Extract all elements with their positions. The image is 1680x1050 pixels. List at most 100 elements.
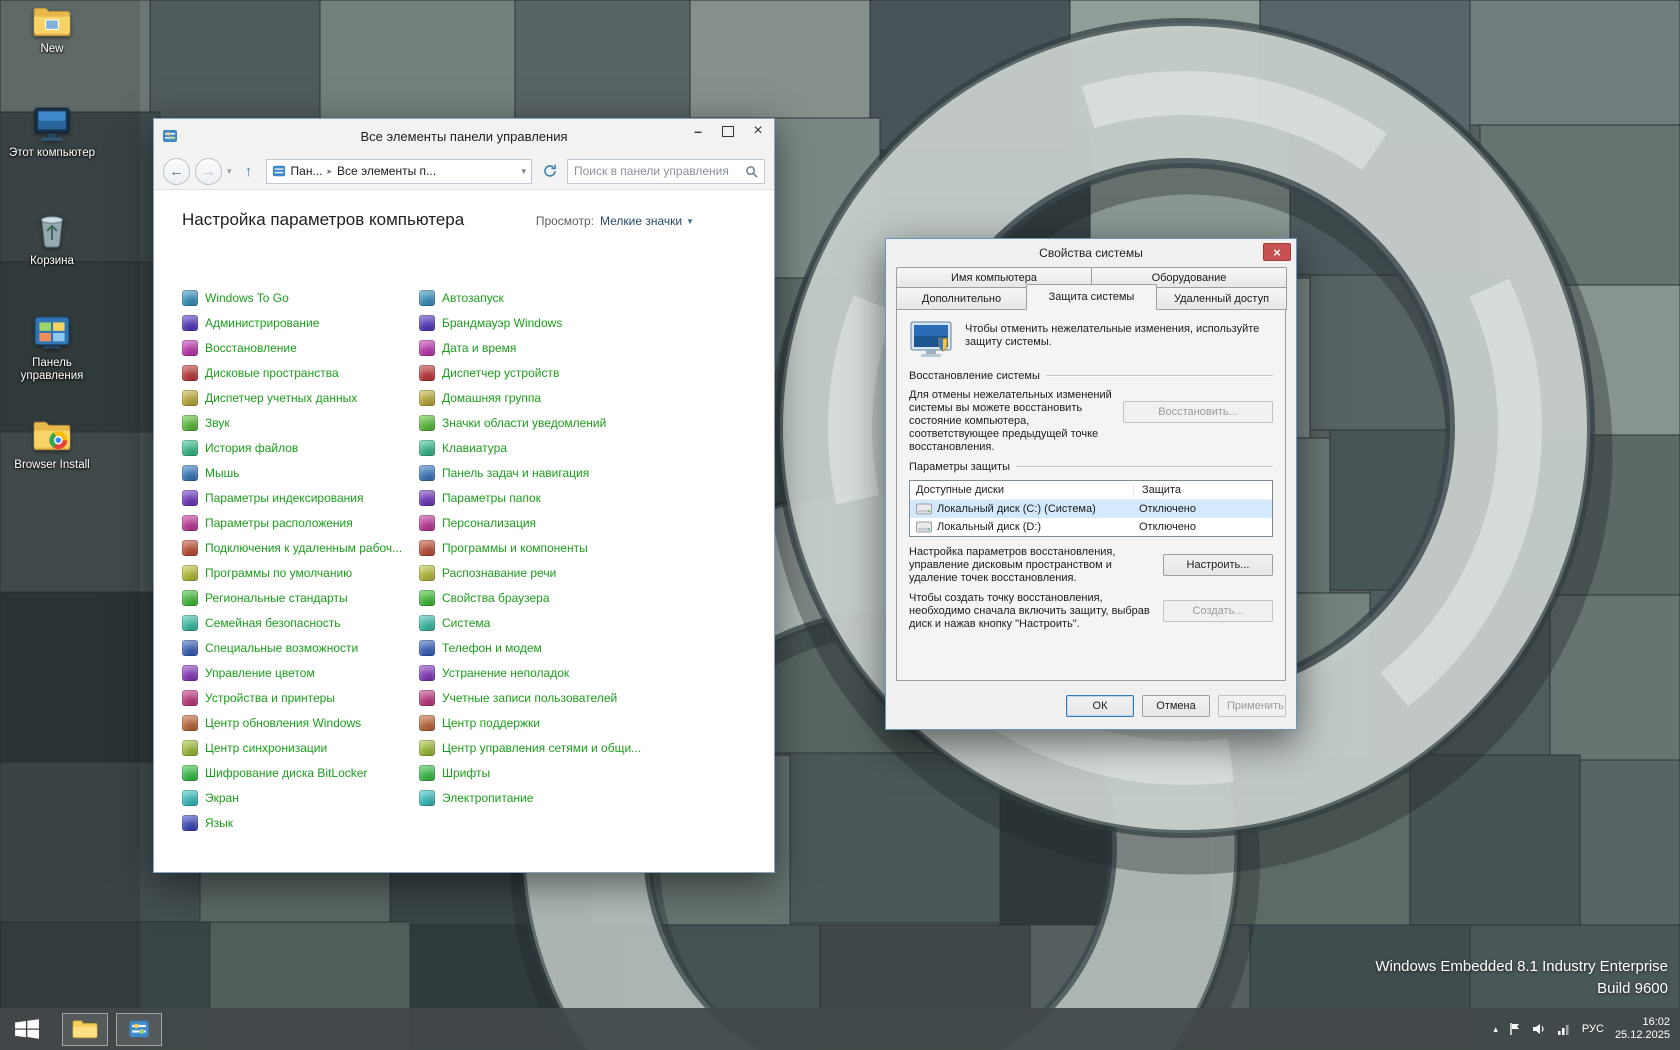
control-panel-item[interactable]: Параметры расположения (182, 510, 419, 535)
tab[interactable]: Дополнительно (896, 287, 1027, 310)
intro-text: Чтобы отменить нежелательные изменения, … (965, 320, 1265, 349)
action-center-flag-icon[interactable] (1509, 1022, 1521, 1036)
taskbar-control-panel-button[interactable] (116, 1013, 162, 1046)
start-button[interactable] (0, 1008, 54, 1050)
back-button[interactable] (163, 158, 190, 185)
forward-button[interactable] (195, 158, 222, 185)
minimize-button[interactable] (683, 119, 713, 143)
view-value[interactable]: Мелкие значки (600, 214, 694, 228)
item-icon (182, 640, 198, 656)
control-panel-item[interactable]: Восстановление (182, 335, 419, 360)
search-box[interactable] (567, 159, 765, 184)
control-panel-item[interactable]: Устранение неполадок (419, 660, 746, 685)
taskbar-file-explorer-button[interactable] (62, 1013, 108, 1046)
control-panel-item[interactable]: Центр управления сетями и общи... (419, 735, 746, 760)
control-panel-item[interactable]: Подключения к удаленным рабоч... (182, 535, 419, 560)
control-panel-item[interactable]: История файлов (182, 435, 419, 460)
protection-disks-list: Доступные диски Защита Локальный диск (C… (909, 480, 1273, 537)
item-icon (182, 465, 198, 481)
maximize-button[interactable] (713, 119, 743, 143)
search-input[interactable] (574, 164, 741, 178)
breadcrumb-root[interactable]: Пан... (291, 164, 323, 178)
dialog-titlebar[interactable]: Свойства системы (886, 239, 1296, 267)
control-panel-item[interactable]: Параметры папок (419, 485, 746, 510)
cancel-button[interactable]: Отмена (1142, 695, 1210, 717)
control-panel-item[interactable]: Специальные возможности (182, 635, 419, 660)
control-panel-item[interactable]: Учетные записи пользователей (419, 685, 746, 710)
control-panel-item[interactable]: Центр синхронизации (182, 735, 419, 760)
control-panel-item[interactable]: Язык (182, 810, 419, 835)
control-panel-item[interactable]: Брандмауэр Windows (419, 310, 746, 335)
refresh-button[interactable] (537, 159, 562, 184)
close-button[interactable] (743, 119, 773, 143)
control-panel-item[interactable]: Звук (182, 410, 419, 435)
hidden-icons-chevron-icon[interactable] (1493, 1024, 1498, 1035)
view-selector[interactable]: Просмотр: Мелкие значки (536, 214, 694, 228)
control-panel-item[interactable]: Экран (182, 785, 419, 810)
disk-row[interactable]: Локальный диск (C:) (Система) Отключено (910, 500, 1272, 518)
control-panel-item[interactable]: Устройства и принтеры (182, 685, 419, 710)
up-button[interactable] (237, 159, 261, 183)
control-panel-item[interactable]: Диспетчер учетных данных (182, 385, 419, 410)
control-panel-item[interactable]: Программы по умолчанию (182, 560, 419, 585)
recent-pages-chevron-icon[interactable] (227, 166, 232, 177)
control-panel-item[interactable]: Автозапуск (419, 285, 746, 310)
control-panel-item[interactable]: Домашняя группа (419, 385, 746, 410)
network-icon[interactable] (1557, 1023, 1571, 1035)
item-icon (182, 490, 198, 506)
control-panel-item[interactable]: Персонализация (419, 510, 746, 535)
control-panel-item[interactable]: Дата и время (419, 335, 746, 360)
clock[interactable]: 16:02 25.12.2025 (1615, 1016, 1670, 1042)
control-panel-item[interactable]: Семейная безопасность (182, 610, 419, 635)
language-indicator[interactable]: РУС (1582, 1023, 1604, 1035)
control-panel-item[interactable]: Управление цветом (182, 660, 419, 685)
control-panel-item[interactable]: Значки области уведомлений (419, 410, 746, 435)
control-panel-item[interactable]: Шифрование диска BitLocker (182, 760, 419, 785)
clock-time: 16:02 (1615, 1016, 1670, 1029)
desktop-icon-control-panel[interactable]: Панель управления (6, 314, 98, 383)
desktop-icon-recycle-bin[interactable]: Корзина (6, 210, 98, 268)
control-panel-item[interactable]: Центр поддержки (419, 710, 746, 735)
item-icon (182, 690, 198, 706)
configure-button[interactable]: Настроить... (1163, 554, 1273, 576)
control-panel-item[interactable]: Центр обновления Windows (182, 710, 419, 735)
tab[interactable]: Защита системы (1026, 284, 1157, 310)
desktop-icon-browser-install[interactable]: Browser Install (6, 418, 98, 472)
protection-status: Отключено (1139, 521, 1266, 533)
breadcrumb-dropdown-icon[interactable] (521, 166, 526, 177)
desktop-icon-new[interactable]: New (6, 4, 98, 56)
search-icon (745, 165, 758, 178)
group-title: Восстановление системы (909, 370, 1040, 382)
control-panel-item[interactable]: Мышь (182, 460, 419, 485)
control-panel-item[interactable]: Панель задач и навигация (419, 460, 746, 485)
control-panel-item[interactable]: Региональные стандарты (182, 585, 419, 610)
control-panel-item[interactable]: Windows To Go (182, 285, 419, 310)
control-panel-item[interactable]: Клавиатура (419, 435, 746, 460)
control-panel-item[interactable]: Телефон и модем (419, 635, 746, 660)
control-panel-item[interactable]: Свойства браузера (419, 585, 746, 610)
desktop-icon-this-pc[interactable]: Этот компьютер (6, 106, 98, 160)
control-panel-icon (127, 1018, 151, 1040)
item-icon (182, 540, 198, 556)
window-titlebar[interactable]: Все элементы панели управления (154, 119, 774, 153)
control-panel-item[interactable]: Дисковые пространства (182, 360, 419, 385)
volume-icon[interactable] (1532, 1023, 1546, 1035)
breadcrumb-current[interactable]: Все элементы п... (337, 164, 436, 178)
control-panel-item[interactable]: Диспетчер устройств (419, 360, 746, 385)
close-button[interactable] (1263, 243, 1291, 261)
control-panel-item[interactable]: Администрирование (182, 310, 419, 335)
tab[interactable]: Удаленный доступ (1156, 287, 1287, 310)
drive-icon (916, 521, 932, 533)
ok-button[interactable]: ОК (1066, 695, 1134, 717)
item-icon (182, 515, 198, 531)
item-label: Распознавание речи (442, 566, 556, 580)
control-panel-item[interactable]: Распознавание речи (419, 560, 746, 585)
control-panel-item[interactable]: Параметры индексирования (182, 485, 419, 510)
control-panel-item[interactable]: Электропитание (419, 785, 746, 810)
control-panel-item[interactable]: Шрифты (419, 760, 746, 785)
breadcrumb[interactable]: Пан... Все элементы п... (266, 159, 532, 184)
control-panel-item[interactable]: Программы и компоненты (419, 535, 746, 560)
control-panel-item[interactable]: Система (419, 610, 746, 635)
disk-row[interactable]: Локальный диск (D:) Отключено (910, 518, 1272, 536)
item-label: Электропитание (442, 791, 533, 805)
